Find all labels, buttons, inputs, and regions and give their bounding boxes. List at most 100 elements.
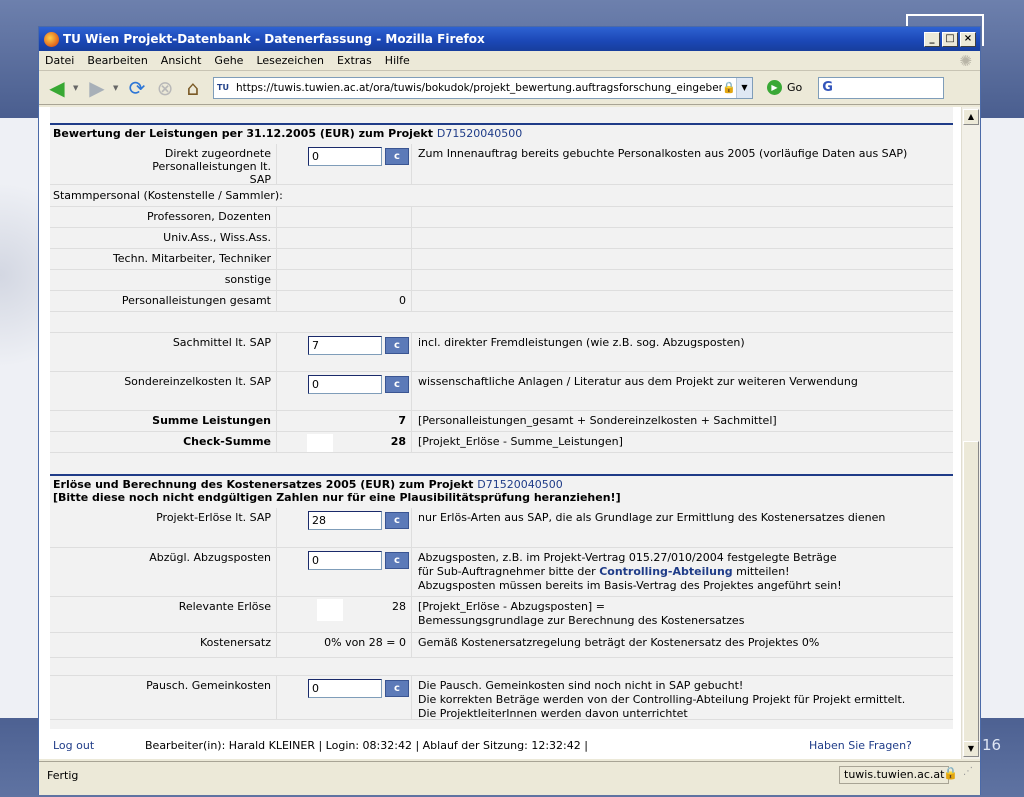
- controlling-link[interactable]: Controlling-Abteilung: [599, 565, 732, 578]
- check-blank: [307, 434, 333, 452]
- reload-icon[interactable]: ⟳: [125, 76, 149, 100]
- forward-arrow-icon[interactable]: ▶: [85, 76, 109, 100]
- slide-page-number: 16: [982, 736, 1002, 754]
- value-summe: 7: [398, 414, 406, 427]
- menu-ansicht[interactable]: Ansicht: [161, 54, 202, 67]
- abzugsposten-c-button[interactable]: c: [385, 552, 409, 569]
- sondereinzel-input[interactable]: [308, 375, 382, 394]
- label-sondereinzel: Sondereinzelkosten lt. SAP: [124, 375, 271, 388]
- menu-bar: Datei Bearbeiten Ansicht Gehe Lesezeiche…: [39, 51, 980, 71]
- row-sachmittel: Sachmittel lt. SAP c incl. direkter Frem…: [50, 333, 953, 372]
- row-personal-gesamt: Personalleistungen gesamt 0: [50, 291, 953, 312]
- label-professoren: Professoren, Dozenten: [146, 210, 271, 223]
- url-dropdown-icon[interactable]: ▼: [736, 77, 752, 98]
- vertical-scrollbar[interactable]: ▲ ▼: [961, 107, 980, 759]
- erloese-c-button[interactable]: c: [385, 512, 409, 529]
- throbber-icon: ✺: [959, 51, 972, 70]
- home-icon[interactable]: ⌂: [181, 76, 205, 100]
- title-bar: TU Wien Projekt-Datenbank - Datenerfassu…: [39, 27, 980, 51]
- direkt-c-button[interactable]: c: [385, 148, 409, 165]
- slide-decoration: [0, 150, 40, 400]
- search-box[interactable]: G: [818, 76, 945, 99]
- row-univass: Univ.Ass., Wiss.Ass.: [50, 228, 953, 249]
- desc-kostenersatz: Gemäß Kostenersatzregelung beträgt der K…: [418, 636, 820, 649]
- desc-gemeinkosten-line1: Die Pausch. Gemeinkosten sind noch nicht…: [418, 679, 744, 692]
- label-check: Check-Summe: [183, 435, 271, 448]
- row-relevante: Relevante Erlöse 28 [Projekt_Erlöse - Ab…: [50, 597, 953, 633]
- desc-abzugsposten-line2: für Sub-Auftragnehmer bitte der Controll…: [418, 565, 790, 578]
- label-summe: Summe Leistungen: [152, 414, 271, 427]
- forward-dropdown-icon[interactable]: ▼: [113, 84, 121, 92]
- desc-sondereinzel: wissenschaftliche Anlagen / Literatur au…: [418, 375, 858, 388]
- firefox-icon: [44, 31, 59, 47]
- status-lock-icon[interactable]: 🔒: [943, 766, 958, 780]
- row-abzugsposten: Abzügl. Abzugsposten c Abzugsposten, z.B…: [50, 548, 953, 597]
- row-professoren: Professoren, Dozenten: [50, 207, 953, 228]
- row-check: Check-Summe 28 [Projekt_Erlöse - Summe_L…: [50, 432, 953, 453]
- minimize-button[interactable]: _: [924, 31, 940, 47]
- scroll-up-icon[interactable]: ▲: [963, 109, 979, 125]
- row-sondereinzel: Sondereinzelkosten lt. SAP c wissenschaf…: [50, 372, 953, 411]
- section2-title: Erlöse und Berechnung des Kostenersatzes…: [53, 478, 474, 491]
- menu-gehe[interactable]: Gehe: [214, 54, 243, 67]
- desc-relevante: [Projekt_Erlöse - Abzugsposten] = Bemess…: [418, 600, 948, 628]
- row-kostenersatz: Kostenersatz 0% von 28 = 0 Gemäß Kostene…: [50, 633, 953, 658]
- section2-subtitle: [Bitte diese noch nicht endgültigen Zahl…: [53, 491, 621, 504]
- scroll-thumb[interactable]: [963, 441, 979, 743]
- back-dropdown-icon[interactable]: ▼: [73, 84, 81, 92]
- sondereinzel-c-button[interactable]: c: [385, 376, 409, 393]
- go-label: Go: [787, 81, 803, 94]
- sachmittel-input[interactable]: [308, 336, 382, 355]
- section1-header: Bewertung der Leistungen per 31.12.2005 …: [50, 123, 953, 142]
- url-text[interactable]: https://tuwis.tuwien.ac.at/ora/tuwis/bok…: [232, 82, 722, 94]
- row-spacer: [50, 312, 953, 333]
- status-bar: Fertig tuwis.tuwien.ac.at 🔒 ⋰: [39, 761, 980, 795]
- url-bar[interactable]: TU https://tuwis.tuwien.ac.at/ora/tuwis/…: [213, 76, 753, 99]
- page-footer: Log out Bearbeiter(in): Harald KLEINER |…: [39, 729, 961, 759]
- desc-abzugsposten-line3: Abzugsposten müssen bereits im Basis-Ver…: [418, 579, 842, 592]
- desc-abzugsposten: Abzugsposten, z.B. im Projekt-Vertrag 01…: [418, 551, 948, 593]
- desc-gemeinkosten-line3: Die ProjektleiterInnen werden davon unte…: [418, 707, 688, 720]
- page-content: Bewertung der Leistungen per 31.12.2005 …: [39, 107, 980, 759]
- gemeinkosten-c-button[interactable]: c: [385, 680, 409, 697]
- back-arrow-icon[interactable]: ◀: [45, 76, 69, 100]
- stop-icon[interactable]: ⊗: [153, 76, 177, 100]
- label-sonstige: sonstige: [224, 273, 271, 286]
- label-erloese: Projekt-Erlöse lt. SAP: [156, 511, 271, 524]
- lock-icon[interactable]: 🔒: [722, 81, 736, 94]
- label-kostenersatz: Kostenersatz: [199, 636, 271, 649]
- desc-relevante-line1: [Projekt_Erlöse - Abzugsposten] =: [418, 600, 605, 613]
- abzugsposten-input[interactable]: [308, 551, 382, 570]
- desc-abzugsposten-line1: Abzugsposten, z.B. im Projekt-Vertrag 01…: [418, 551, 837, 564]
- google-search-icon: G: [822, 80, 833, 95]
- section1-project-link[interactable]: D71520040500: [437, 127, 522, 140]
- value-kostenersatz: 0% von 28 = 0: [324, 636, 406, 649]
- close-button[interactable]: ×: [960, 31, 976, 47]
- desc-erloese: nur Erlös-Arten aus SAP, die als Grundla…: [418, 511, 886, 524]
- menu-hilfe[interactable]: Hilfe: [385, 54, 410, 67]
- label-univass: Univ.Ass., Wiss.Ass.: [163, 231, 271, 244]
- go-button[interactable]: ▶ Go: [767, 80, 802, 95]
- label-relevante: Relevante Erlöse: [178, 600, 271, 613]
- maximize-button[interactable]: □: [942, 31, 958, 47]
- value-relevante: 28: [392, 600, 406, 613]
- menu-lesezeichen[interactable]: Lesezeichen: [256, 54, 324, 67]
- row-erloese: Projekt-Erlöse lt. SAP c nur Erlös-Arten…: [50, 508, 953, 548]
- section2-project-link[interactable]: D71520040500: [477, 478, 562, 491]
- scroll-down-icon[interactable]: ▼: [963, 741, 979, 757]
- sachmittel-c-button[interactable]: c: [385, 337, 409, 354]
- site-favicon: TU: [217, 82, 229, 92]
- direkt-personal-input[interactable]: [308, 147, 382, 166]
- help-link[interactable]: Haben Sie Fragen?: [809, 739, 912, 752]
- row-stammpersonal: Stammpersonal (Kostenstelle / Sammler):: [50, 185, 953, 207]
- menu-bearbeiten[interactable]: Bearbeiten: [87, 54, 147, 67]
- menu-extras[interactable]: Extras: [337, 54, 372, 67]
- gemeinkosten-input[interactable]: [308, 679, 382, 698]
- resize-grip-icon[interactable]: ⋰: [963, 766, 973, 777]
- erloese-input[interactable]: [308, 511, 382, 530]
- row-techn: Techn. Mitarbeiter, Techniker: [50, 249, 953, 270]
- menu-datei[interactable]: Datei: [45, 54, 74, 67]
- value-personal-gesamt: 0: [399, 294, 406, 307]
- logout-link[interactable]: Log out: [53, 739, 94, 752]
- status-host: tuwis.tuwien.ac.at: [839, 766, 950, 784]
